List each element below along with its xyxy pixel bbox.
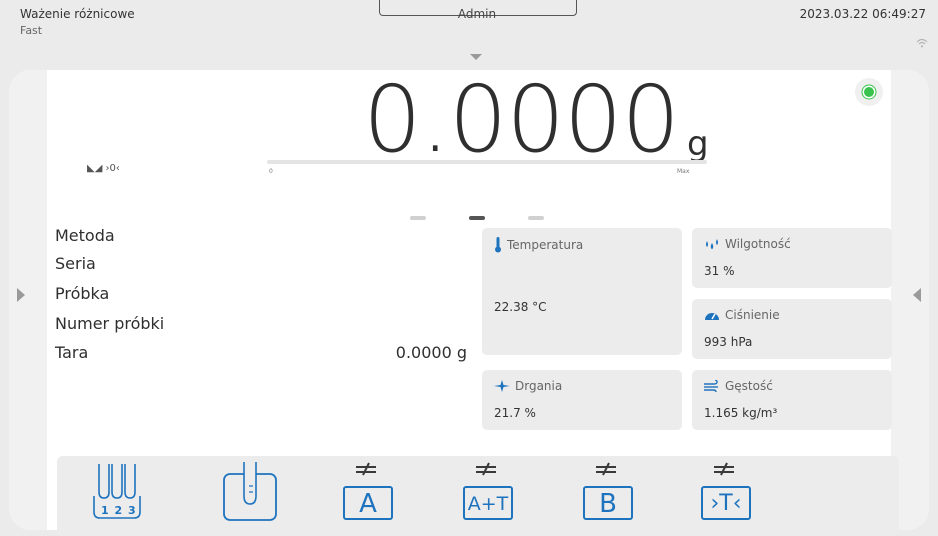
page-dot-3[interactable]	[528, 216, 544, 220]
page-dot-2-active[interactable]	[469, 216, 485, 220]
zero-indicator: ◣◢ ›0‹	[87, 163, 120, 174]
vibration-tile[interactable]: Drgania 21.7 %	[482, 370, 682, 430]
tare-b-label: B	[583, 486, 633, 520]
single-sample-button[interactable]	[220, 462, 280, 522]
temperature-label: Temperatura	[507, 238, 584, 252]
sample-series-button[interactable]: 1 2 3	[87, 462, 147, 522]
profile-name[interactable]: Fast	[20, 24, 42, 37]
tare-t-label: ›T‹	[701, 486, 751, 520]
main-panel: 0.0000 g ◣◢ ›0‹ 0 Max Metoda Seria Próbk…	[9, 66, 929, 536]
function-toolbar: 1 2 3 A A+T B ›T‹	[57, 456, 899, 536]
info-label-sample: Próbka	[55, 284, 110, 303]
series-digits: 1 2 3	[101, 504, 137, 517]
humidity-tile[interactable]: Wilgotność 31 %	[692, 228, 892, 288]
test-tube-icon	[223, 462, 277, 521]
density-label: Gęstość	[725, 379, 773, 393]
tare-mark-icon	[596, 462, 616, 476]
gauge-icon	[705, 313, 719, 320]
thermometer-icon	[495, 237, 501, 253]
density-tile[interactable]: Gęstość 1.165 kg/m³	[692, 370, 892, 430]
weight-readout: 0.0000	[363, 66, 680, 173]
pulldown-arrow-icon[interactable]	[470, 54, 482, 60]
bargraph-min-label: 0	[269, 168, 273, 175]
wifi-icon	[916, 38, 928, 48]
user-name[interactable]: Admin	[379, 7, 575, 21]
left-side-panel[interactable]	[9, 70, 47, 530]
tare-a-plus-t-label: A+T	[463, 486, 513, 520]
pressure-tile[interactable]: Ciśnienie 993 hPa	[692, 299, 892, 359]
tare-mark-icon	[476, 462, 496, 476]
tare-a-label: A	[343, 486, 393, 520]
tare-a-button[interactable]: A	[337, 462, 397, 522]
weight-unit[interactable]: g	[687, 124, 709, 164]
vibration-label: Drgania	[515, 379, 563, 393]
vibration-value: 21.7 %	[494, 406, 536, 420]
bargraph-max-label: Max	[677, 168, 690, 175]
stability-indicator-icon	[855, 78, 883, 106]
left-arrow-icon[interactable]	[17, 288, 25, 302]
humidity-label: Wilgotność	[725, 237, 791, 251]
tare-t-button[interactable]: ›T‹	[695, 462, 755, 522]
date-time: 2023.03.22 06:49:27	[799, 7, 926, 21]
load-bargraph	[267, 160, 707, 164]
info-label-series: Seria	[55, 254, 96, 273]
info-label-sample-number: Numer próbki	[55, 314, 165, 333]
page-dot-1[interactable]	[410, 216, 426, 220]
pressure-value: 993 hPa	[704, 335, 753, 349]
humidity-value: 31 %	[704, 264, 735, 278]
info-label-method: Metoda	[55, 226, 115, 245]
tare-mark-icon	[356, 462, 376, 476]
info-label-tare: Tara	[55, 343, 89, 362]
pressure-label: Ciśnienie	[725, 308, 780, 322]
mode-title: Ważenie różnicowe	[20, 7, 135, 21]
droplets-icon	[706, 239, 718, 250]
tare-mark-icon	[714, 462, 734, 476]
temperature-value: 22.38 °C	[494, 300, 547, 314]
right-arrow-icon[interactable]	[913, 288, 921, 302]
vibration-icon	[494, 380, 510, 392]
tare-a-plus-t-button[interactable]: A+T	[457, 462, 517, 522]
tare-b-button[interactable]: B	[577, 462, 637, 522]
info-value-tare: 0.0000 g	[395, 343, 467, 362]
density-value: 1.165 kg/m³	[704, 406, 778, 420]
air-density-icon	[704, 380, 718, 392]
temperature-tile[interactable]: Temperatura 22.38 °C	[482, 228, 682, 355]
